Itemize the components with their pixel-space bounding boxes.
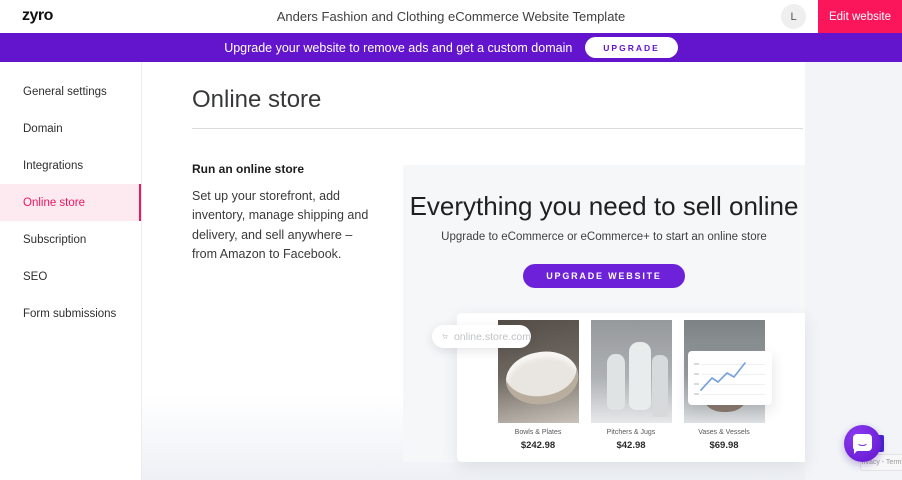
- title-divider: [192, 128, 803, 129]
- sidebar-item-subscription[interactable]: Subscription: [0, 221, 141, 258]
- banner-upgrade-button[interactable]: UPGRADE: [585, 37, 678, 58]
- sidebar-item-form-submissions[interactable]: Form submissions: [0, 295, 141, 332]
- sidebar-item-label: Online store: [23, 197, 85, 209]
- upgrade-website-button[interactable]: UPGRADE WEBSITE: [523, 264, 685, 288]
- sidebar-item-domain[interactable]: Domain: [0, 110, 141, 147]
- product-name: Bowls & Plates: [498, 429, 579, 436]
- analytics-card: [688, 351, 772, 405]
- store-url-text: online.store.com: [454, 331, 531, 343]
- site-template-title: Anders Fashion and Clothing eCommerce We…: [0, 0, 902, 33]
- product-card: Pitchers & Jugs $42.98: [591, 320, 672, 451]
- sidebar-item-label: Domain: [23, 123, 63, 135]
- product-image-jugs: [591, 320, 672, 423]
- shopping-cart-icon: [442, 330, 448, 343]
- edit-website-button[interactable]: Edit website: [818, 0, 902, 33]
- product-name: Pitchers & Jugs: [591, 429, 672, 436]
- product-price: $42.98: [591, 440, 672, 451]
- sidebar-item-integrations[interactable]: Integrations: [0, 147, 141, 184]
- top-header: zyro Anders Fashion and Clothing eCommer…: [0, 0, 902, 33]
- chat-smile-icon: [853, 434, 872, 451]
- upsell-subheading: Upgrade to eCommerce or eCommerce+ to st…: [403, 231, 805, 243]
- account-avatar[interactable]: L: [781, 4, 806, 29]
- sidebar-item-general-settings[interactable]: General settings: [0, 73, 141, 110]
- product-price: $69.98: [684, 440, 765, 451]
- product-price: $242.98: [498, 440, 579, 451]
- upsell-heading: Everything you need to sell online: [403, 191, 805, 222]
- upsell-panel: Everything you need to sell online Upgra…: [403, 165, 805, 462]
- info-column: Run an online store Set up your storefro…: [192, 162, 370, 265]
- main-content: Online store Run an online store Set up …: [142, 62, 805, 480]
- sidebar-item-online-store[interactable]: Online store: [0, 184, 141, 221]
- sidebar-item-label: Form submissions: [23, 308, 116, 320]
- info-description: Set up your storefront, add inventory, m…: [192, 187, 370, 265]
- sidebar-item-label: Integrations: [23, 160, 83, 172]
- settings-sidebar: General settings Domain Integrations Onl…: [0, 62, 142, 480]
- sidebar-item-label: General settings: [23, 86, 107, 98]
- page-title: Online store: [192, 86, 321, 114]
- upgrade-banner: Upgrade your website to remove ads and g…: [0, 33, 902, 62]
- sidebar-item-seo[interactable]: SEO: [0, 258, 141, 295]
- info-heading: Run an online store: [192, 162, 370, 176]
- sales-line-chart: [699, 358, 749, 396]
- banner-message: Upgrade your website to remove ads and g…: [224, 41, 572, 55]
- sidebar-item-label: Subscription: [23, 234, 86, 246]
- store-url-pill: online.store.com: [432, 325, 531, 348]
- chat-launcher-button[interactable]: [844, 425, 881, 462]
- sidebar-item-label: SEO: [23, 271, 47, 283]
- product-name: Vases & Vessels: [684, 429, 765, 436]
